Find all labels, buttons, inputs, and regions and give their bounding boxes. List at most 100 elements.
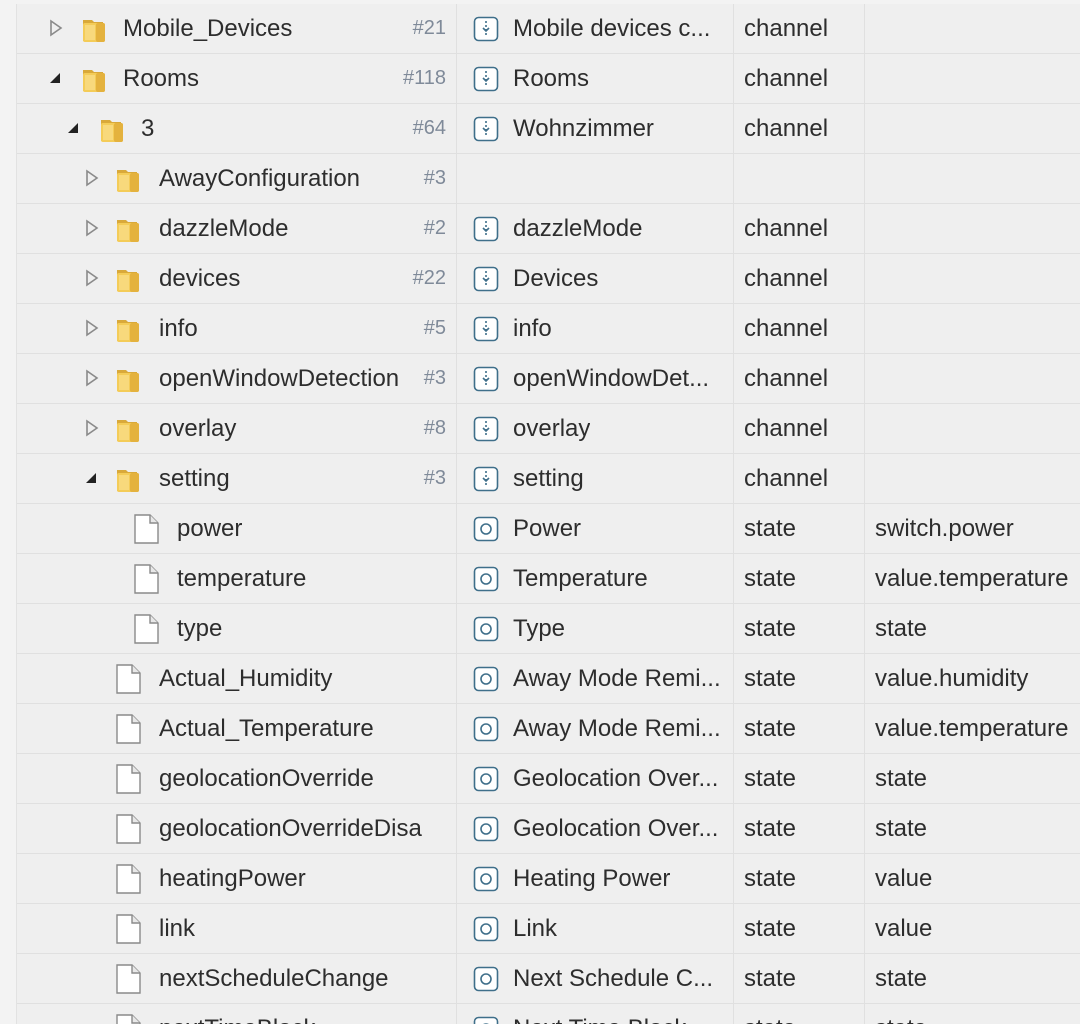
tree-row[interactable]: Mobile_Devices #21 Mobile devices c... chan… [17, 4, 1080, 54]
object-type: state [744, 964, 797, 992]
type-cell: state [734, 554, 865, 603]
object-name: AwayConfiguration [159, 164, 361, 192]
type-cell: state [734, 704, 865, 753]
channel-icon [473, 416, 499, 442]
child-count: #21 [412, 17, 446, 39]
role-cell: state [865, 954, 1080, 1003]
state-icon [473, 666, 499, 692]
title-cell: Temperature [457, 554, 734, 603]
child-count: #2 [423, 217, 446, 239]
expand-arrow-icon[interactable] [82, 419, 100, 437]
role-cell [865, 204, 1080, 253]
collapse-arrow-icon[interactable] [82, 469, 100, 487]
tree-row[interactable]: Actual_Humidity Away Mode Remi... state val… [17, 654, 1080, 704]
tree-row[interactable]: type Type state state [17, 604, 1080, 654]
object-title: Link [513, 904, 729, 953]
type-cell: state [734, 654, 865, 703]
tree-row[interactable]: overlay #8 overlay channel [17, 404, 1080, 454]
title-cell: Wohnzimmer [457, 104, 734, 153]
object-type: state [744, 814, 797, 842]
name-cell: type [17, 604, 457, 653]
object-title-label: Temperature [513, 564, 648, 592]
expand-arrow-icon[interactable] [82, 169, 100, 187]
tree-row[interactable]: AwayConfiguration #3 [17, 154, 1080, 204]
type-cell: channel [734, 104, 865, 153]
object-type: state [744, 614, 797, 642]
file-icon [115, 764, 141, 794]
name-cell: devices #22 [17, 254, 457, 303]
object-title-label: Geolocation Over... [513, 764, 719, 792]
name-cell: AwayConfiguration #3 [17, 154, 457, 203]
name-cell: info #5 [17, 304, 457, 353]
tree-row[interactable]: nextTimeBlock Next Time Block state state [17, 1004, 1080, 1024]
type-cell: channel [734, 4, 865, 53]
object-type: channel [744, 364, 829, 392]
tree-row[interactable]: geolocationOverride Geolocation Over... st… [17, 754, 1080, 804]
type-cell: channel [734, 404, 865, 453]
object-type: channel [744, 64, 829, 92]
role-cell: value [865, 854, 1080, 903]
tree-row[interactable]: link Link state value [17, 904, 1080, 954]
tree-row[interactable]: setting #3 setting channel [17, 454, 1080, 504]
object-title-label: openWindowDet... [513, 364, 710, 392]
tree-row[interactable]: Rooms #118 Rooms channel [17, 54, 1080, 104]
object-title-label: Rooms [513, 64, 590, 92]
tree-row[interactable]: dazzleMode #2 dazzleMode channel [17, 204, 1080, 254]
state-icon [473, 516, 499, 542]
role-cell: value.temperature [865, 554, 1080, 603]
object-name: heatingPower [159, 864, 306, 892]
title-cell: Away Mode Remi... [457, 704, 734, 753]
object-name: type [177, 614, 223, 642]
object-role: value.humidity [875, 664, 1029, 692]
title-cell: Geolocation Over... [457, 754, 734, 803]
channel-icon [473, 16, 499, 42]
expand-arrow-icon[interactable] [82, 269, 100, 287]
type-cell: state [734, 904, 865, 953]
object-title-label: Away Mode Remi... [513, 714, 721, 742]
object-title-label: Next Time Block [513, 1015, 686, 1024]
tree-row[interactable]: geolocationOverrideDisa Geolocation Over.… [17, 804, 1080, 854]
tree-row[interactable]: devices #22 Devices channel [17, 254, 1080, 304]
object-title-label: overlay [513, 414, 591, 442]
type-cell: channel [734, 204, 865, 253]
expand-arrow-icon[interactable] [82, 369, 100, 387]
expand-arrow-icon[interactable] [82, 219, 100, 237]
type-cell: state [734, 504, 865, 553]
title-cell: Geolocation Over... [457, 804, 734, 853]
role-cell: value [865, 904, 1080, 953]
tree-row[interactable]: Actual_Temperature Away Mode Remi... state… [17, 704, 1080, 754]
name-cell: openWindowDetection #3 [17, 354, 457, 403]
folder-icon [113, 264, 143, 294]
type-cell: channel [734, 454, 865, 503]
expand-arrow-icon[interactable] [82, 319, 100, 337]
expand-arrow-icon[interactable] [46, 19, 64, 37]
object-title: Geolocation Over... [513, 754, 729, 803]
tree-row[interactable]: nextScheduleChange Next Schedule C... stat… [17, 954, 1080, 1004]
tree-row[interactable]: 3 #64 Wohnzimmer channel [17, 104, 1080, 154]
object-role: state [875, 964, 928, 992]
title-cell: Link [457, 904, 734, 953]
folder-icon [113, 414, 143, 444]
object-title-label: Wohnzimmer [513, 114, 654, 142]
folder-icon [79, 64, 109, 94]
child-count: #22 [412, 267, 446, 289]
tree-row[interactable]: temperature Temperature state value.tempera… [17, 554, 1080, 604]
title-cell: Devices [457, 254, 734, 303]
tree-row[interactable]: info #5 info channel [17, 304, 1080, 354]
collapse-arrow-icon[interactable] [46, 69, 64, 87]
role-cell [865, 454, 1080, 503]
file-icon [115, 814, 141, 844]
collapse-arrow-icon[interactable] [64, 119, 82, 137]
state-icon [473, 966, 499, 992]
tree-row[interactable]: openWindowDetection #3 openWindowDet... cha… [17, 354, 1080, 404]
tree-row[interactable]: power Power state switch.power [17, 504, 1080, 554]
object-title: overlay [513, 404, 729, 453]
type-cell: state [734, 604, 865, 653]
tree-row[interactable]: heatingPower Heating Power state value [17, 854, 1080, 904]
object-type: channel [744, 414, 829, 442]
object-title [513, 154, 729, 203]
object-role: state [865, 1015, 927, 1024]
role-cell: switch.power [865, 504, 1080, 553]
name-cell: nextScheduleChange [17, 954, 457, 1003]
name-cell: heatingPower [17, 854, 457, 903]
